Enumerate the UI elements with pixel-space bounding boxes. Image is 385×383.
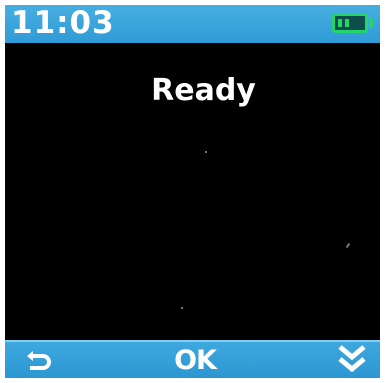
battery-level-bar — [345, 19, 349, 27]
status-bar: 11:03 — [5, 5, 380, 43]
scroll-down-softkey[interactable] — [332, 342, 372, 378]
double-chevron-down-icon — [338, 345, 366, 373]
screen-speck — [345, 242, 351, 249]
battery-terminal — [369, 18, 373, 28]
battery-level-bar — [338, 19, 342, 27]
screen-speck — [205, 151, 207, 153]
back-softkey[interactable] — [19, 342, 59, 378]
ok-label: OK — [174, 344, 217, 376]
screen-speck — [181, 307, 183, 309]
ok-softkey[interactable]: OK — [165, 342, 225, 378]
clock: 11:03 — [11, 5, 115, 41]
standby-status-text: Ready — [151, 73, 256, 108]
phone-device: 11:03 Ready OK — [0, 0, 385, 383]
softkey-bar: OK — [5, 340, 380, 378]
back-arrow-icon — [27, 351, 51, 370]
battery-icon — [332, 13, 368, 33]
phone-screen: 11:03 Ready OK — [5, 5, 380, 378]
